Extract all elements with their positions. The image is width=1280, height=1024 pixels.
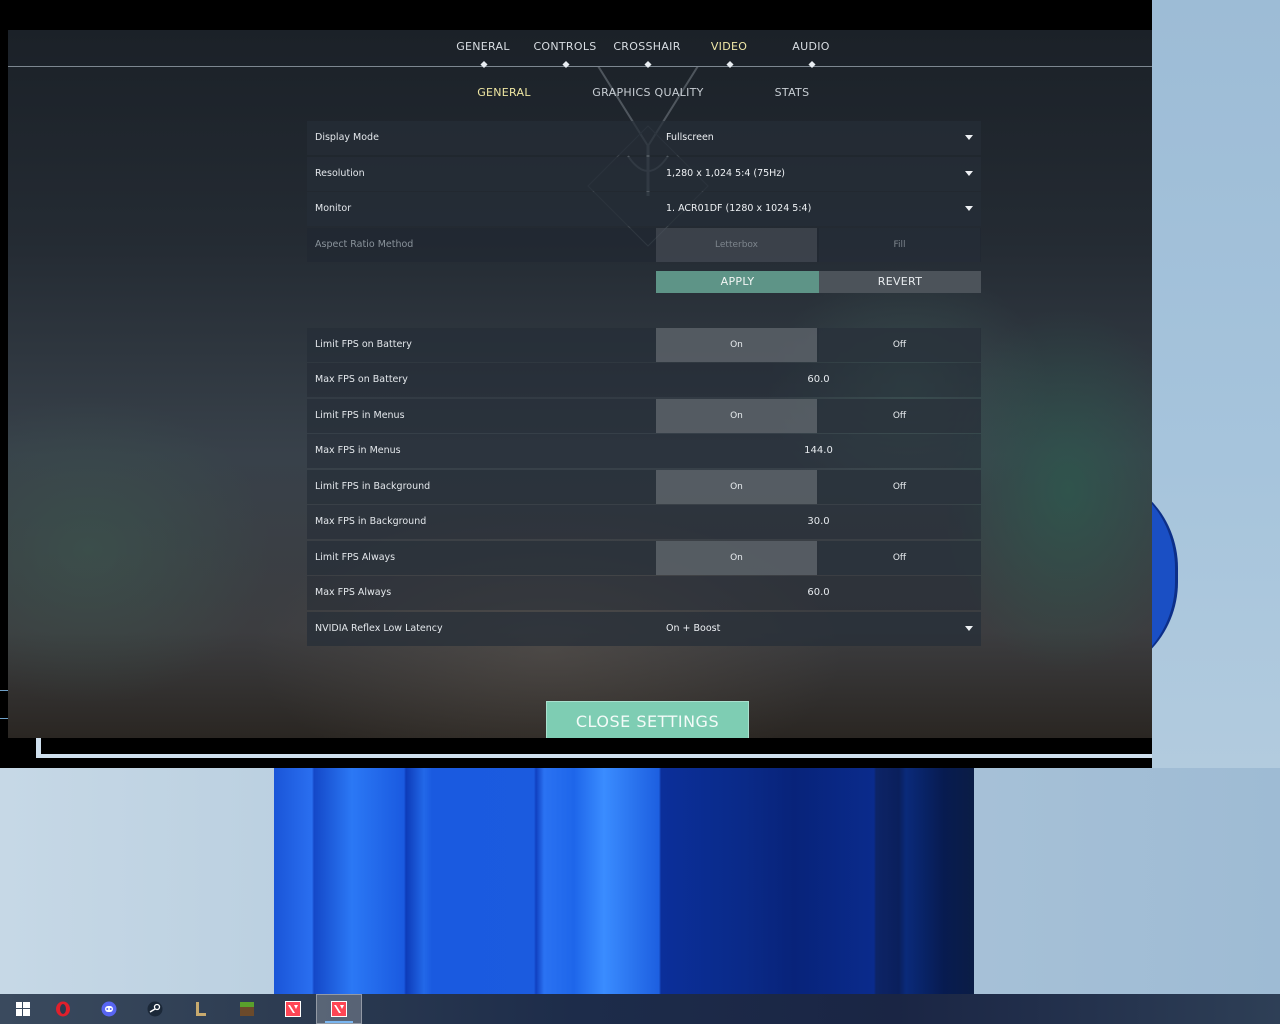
setting-label: Display Mode (315, 132, 379, 143)
setting-row-limit-fps-always: Limit FPS Always On Off (307, 541, 981, 575)
max-fps-menus-field[interactable]: 144.0 (656, 434, 981, 468)
setting-label: Monitor (315, 203, 352, 214)
tab-controls[interactable]: CONTROLS (533, 40, 596, 53)
on-option[interactable]: On (656, 399, 817, 433)
setting-label: Limit FPS in Menus (315, 410, 405, 421)
on-option[interactable]: On (656, 541, 817, 575)
setting-row-display-mode: Display Mode Fullscreen (307, 121, 981, 155)
tab-video[interactable]: VIDEO (711, 40, 747, 53)
game-window: GENERAL CONTROLS CROSSHAIR VIDEO AUDIO G… (0, 0, 1152, 768)
dropdown-value: 1,280 x 1,024 5:4 (75Hz) (666, 168, 786, 179)
setting-row-limit-fps-battery: Limit FPS on Battery On Off (307, 328, 981, 362)
monitor-dropdown[interactable]: 1. ACR01DF (1280 x 1024 5:4) (656, 192, 981, 226)
setting-row-monitor: Monitor 1. ACR01DF (1280 x 1024 5:4) (307, 192, 981, 226)
chevron-down-icon (965, 135, 973, 140)
taskbar (0, 994, 1280, 1024)
opera-icon[interactable] (40, 994, 86, 1024)
off-option[interactable]: Off (819, 541, 980, 575)
apply-button[interactable]: APPLY (656, 271, 819, 293)
setting-row-limit-fps-background: Limit FPS in Background On Off (307, 470, 981, 504)
setting-row-nvidia-reflex: NVIDIA Reflex Low Latency On + Boost (307, 612, 981, 646)
off-option[interactable]: Off (819, 470, 980, 504)
discord-icon[interactable] (86, 994, 132, 1024)
nvidia-reflex-dropdown[interactable]: On + Boost (656, 612, 981, 646)
max-fps-always-field[interactable]: 60.0 (656, 576, 981, 610)
dropdown-value: 1. ACR01DF (1280 x 1024 5:4) (666, 203, 812, 214)
chevron-down-icon (965, 206, 973, 211)
setting-label: NVIDIA Reflex Low Latency (315, 623, 443, 634)
off-option[interactable]: Off (819, 328, 980, 362)
valorant-active-icon[interactable] (316, 994, 362, 1024)
setting-row-aspect-ratio: Aspect Ratio Method Letterbox Fill (307, 228, 981, 262)
edge-mark (0, 690, 8, 691)
dropdown-value: Fullscreen (666, 132, 714, 143)
setting-label: Limit FPS on Battery (315, 339, 412, 350)
display-mode-dropdown[interactable]: Fullscreen (656, 121, 981, 155)
on-option[interactable]: On (656, 328, 817, 362)
subtab-general[interactable]: GENERAL (477, 86, 531, 99)
minecraft-icon[interactable] (224, 994, 270, 1024)
setting-label: Max FPS on Battery (315, 374, 408, 385)
setting-row-max-fps-always: Max FPS Always 60.0 (307, 576, 981, 610)
tab-crosshair[interactable]: CROSSHAIR (613, 40, 680, 53)
nav-divider (8, 66, 1152, 67)
setting-label: Limit FPS Always (315, 552, 396, 563)
setting-label: Max FPS in Background (315, 516, 427, 527)
chevron-down-icon (965, 626, 973, 631)
valorant-icon[interactable] (270, 994, 316, 1024)
resolution-dropdown[interactable]: 1,280 x 1,024 5:4 (75Hz) (656, 157, 981, 191)
setting-label: Limit FPS in Background (315, 481, 431, 492)
max-fps-battery-field[interactable]: 60.0 (656, 363, 981, 397)
setting-row-max-fps-menus: Max FPS in Menus 144.0 (307, 434, 981, 468)
setting-row-max-fps-battery: Max FPS on Battery 60.0 (307, 363, 981, 397)
revert-button[interactable]: REVERT (819, 271, 981, 293)
setting-row-max-fps-background: Max FPS in Background 30.0 (307, 505, 981, 539)
on-option[interactable]: On (656, 470, 817, 504)
setting-label: Aspect Ratio Method (315, 239, 414, 250)
fill-option[interactable]: Fill (819, 228, 980, 262)
dropdown-value: On + Boost (666, 623, 721, 634)
edge-mark (0, 718, 8, 719)
steam-icon[interactable] (132, 994, 178, 1024)
settings-screen: GENERAL CONTROLS CROSSHAIR VIDEO AUDIO G… (8, 30, 1152, 738)
setting-label: Resolution (315, 168, 365, 179)
subtab-graphics-quality[interactable]: GRAPHICS QUALITY (592, 86, 703, 99)
tab-general[interactable]: GENERAL (456, 40, 510, 53)
setting-label: Max FPS Always (315, 587, 392, 598)
setting-label: Max FPS in Menus (315, 445, 401, 456)
subtab-stats[interactable]: STATS (775, 86, 810, 99)
letterbox-option[interactable]: Letterbox (656, 228, 817, 262)
setting-row-limit-fps-menus: Limit FPS in Menus On Off (307, 399, 981, 433)
tab-audio[interactable]: AUDIO (792, 40, 829, 53)
off-option[interactable]: Off (819, 399, 980, 433)
setting-row-resolution: Resolution 1,280 x 1,024 5:4 (75Hz) (307, 157, 981, 191)
desktop-wallpaper-right (1152, 0, 1280, 768)
window-frame-edge (36, 738, 1152, 758)
stretched-wallpaper-artifact (274, 768, 974, 994)
league-of-legends-icon[interactable] (178, 994, 224, 1024)
close-settings-button[interactable]: CLOSE SETTINGS (546, 701, 749, 738)
max-fps-background-field[interactable]: 30.0 (656, 505, 981, 539)
chevron-down-icon (965, 171, 973, 176)
